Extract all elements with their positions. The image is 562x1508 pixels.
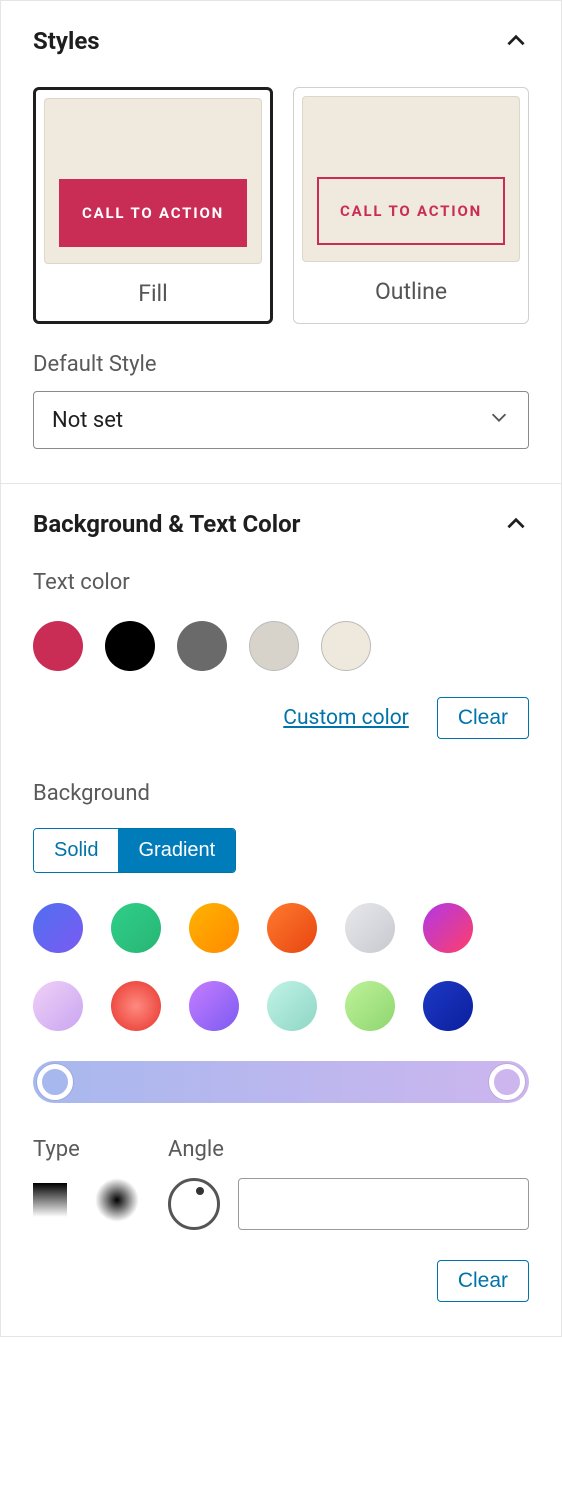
default-style-select[interactable]: Not set (33, 391, 529, 449)
toggle-gradient[interactable]: Gradient (118, 829, 235, 872)
gradient-stop-start[interactable] (37, 1064, 73, 1100)
gradient-swatch[interactable] (189, 903, 239, 953)
gradient-swatch[interactable] (33, 903, 83, 953)
background-type-toggle: Solid Gradient (33, 828, 236, 873)
clear-text-color-button[interactable]: Clear (437, 697, 529, 739)
chevron-up-icon (503, 28, 529, 54)
background-label: Background (33, 781, 529, 806)
styles-section-toggle[interactable]: Styles (33, 27, 529, 55)
gradient-swatch[interactable] (345, 981, 395, 1031)
gradient-swatch[interactable] (111, 903, 161, 953)
bgtxt-section-toggle[interactable]: Background & Text Color (33, 510, 529, 538)
text-color-swatch[interactable] (33, 621, 83, 671)
gradient-swatch[interactable] (189, 981, 239, 1031)
clear-background-button[interactable]: Clear (437, 1260, 529, 1302)
text-color-label: Text color (33, 570, 529, 595)
gradient-type-label: Type (33, 1137, 168, 1162)
gradient-swatch[interactable] (423, 981, 473, 1031)
gradient-bar[interactable] (33, 1061, 529, 1103)
chevron-down-icon (488, 406, 510, 434)
chevron-up-icon (503, 511, 529, 537)
style-option-outline[interactable]: CALL TO ACTION Outline (293, 87, 529, 324)
gradient-stop-end[interactable] (489, 1064, 525, 1100)
default-style-value: Not set (52, 408, 123, 433)
style-option-label: Outline (302, 278, 520, 305)
bgtxt-heading: Background & Text Color (33, 510, 300, 538)
gradient-type-radial[interactable] (95, 1178, 139, 1222)
custom-color-link[interactable]: Custom color (283, 706, 409, 730)
text-color-swatch[interactable] (177, 621, 227, 671)
style-option-label: Fill (44, 280, 262, 307)
angle-input[interactable] (238, 1178, 529, 1230)
angle-dial[interactable] (168, 1178, 220, 1230)
style-preview: CALL TO ACTION (44, 98, 262, 264)
text-color-swatch[interactable] (105, 621, 155, 671)
gradient-swatch[interactable] (33, 981, 83, 1031)
toggle-solid[interactable]: Solid (34, 829, 118, 872)
style-preview: CALL TO ACTION (302, 96, 520, 262)
gradient-swatch[interactable] (267, 981, 317, 1031)
gradient-angle-label: Angle (168, 1137, 529, 1162)
style-option-fill[interactable]: CALL TO ACTION Fill (33, 87, 273, 324)
angle-dot (196, 1187, 204, 1195)
gradient-swatch[interactable] (423, 903, 473, 953)
gradient-swatch[interactable] (111, 981, 161, 1031)
cta-preview-fill: CALL TO ACTION (59, 179, 247, 247)
text-color-swatch[interactable] (321, 621, 371, 671)
text-color-swatch[interactable] (249, 621, 299, 671)
gradient-type-linear[interactable] (33, 1183, 67, 1217)
styles-heading: Styles (33, 27, 100, 55)
default-style-label: Default Style (33, 352, 529, 377)
cta-preview-outline: CALL TO ACTION (317, 177, 505, 245)
gradient-swatch[interactable] (345, 903, 395, 953)
gradient-swatch[interactable] (267, 903, 317, 953)
